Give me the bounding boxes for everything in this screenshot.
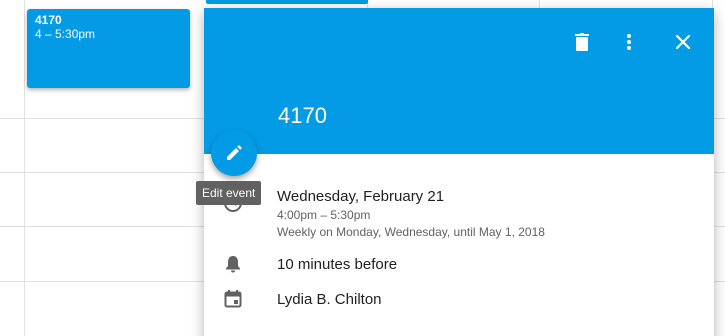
event-calendar-owner: Lydia B. Chilton xyxy=(277,291,382,308)
close-button[interactable] xyxy=(667,26,699,58)
edit-event-tooltip: Edit event xyxy=(196,181,262,205)
trash-icon xyxy=(575,33,589,51)
event-chip-time: 4 – 5:30pm xyxy=(35,27,96,41)
event-date: Wednesday, February 21 xyxy=(277,188,445,205)
edit-event-button[interactable] xyxy=(211,130,257,176)
event-detail-card: 4170 xyxy=(204,8,714,336)
event-time: 4:00pm – 5:30pm xyxy=(277,208,371,222)
event-recurrence: Weekly on Monday, Wednesday, until May 1… xyxy=(277,225,545,239)
delete-event-button[interactable] xyxy=(566,26,598,58)
more-vert-icon xyxy=(627,34,631,50)
current-event-indicator xyxy=(206,0,368,4)
calendar-icon xyxy=(222,288,244,310)
more-options-button[interactable] xyxy=(613,26,645,58)
event-reminder: 10 minutes before xyxy=(277,256,398,273)
calendar-event-chip[interactable]: 4170 4 – 5:30pm xyxy=(27,9,190,88)
grid-line xyxy=(24,0,25,336)
close-icon xyxy=(676,35,690,49)
event-detail-header: 4170 xyxy=(204,8,714,154)
event-title: 4170 xyxy=(278,103,327,128)
event-chip-title: 4170 xyxy=(35,13,62,27)
bell-icon xyxy=(222,253,244,275)
pencil-icon xyxy=(227,145,242,160)
